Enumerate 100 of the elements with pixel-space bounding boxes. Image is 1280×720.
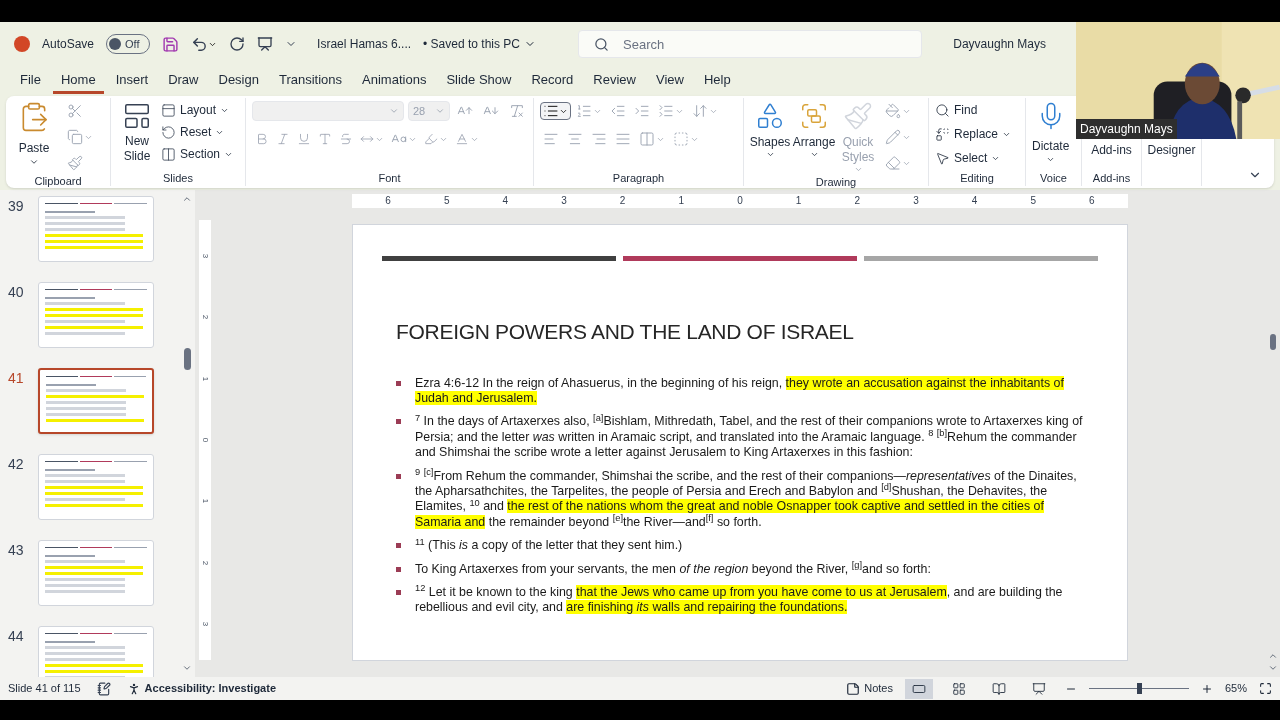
fit-to-window-icon[interactable] [1259, 682, 1272, 695]
ribbon-tab[interactable]: Record [523, 68, 582, 94]
scroll-down-icon[interactable] [182, 663, 192, 673]
slides-menu-button[interactable]: Layout [161, 101, 234, 119]
shapes-icon [755, 101, 785, 131]
ruler-number: 5 [1029, 196, 1037, 206]
section-icon [161, 146, 176, 162]
bullet-icon [396, 543, 401, 549]
ribbon-tab[interactable]: Design [210, 68, 267, 94]
redo-icon[interactable] [229, 36, 246, 52]
ribbon-tab[interactable]: View [648, 68, 692, 94]
bullet-paragraph: $^{11}$ (This is a copy of the letter that they sent him.) [415, 538, 683, 554]
ruler-number: 6 [384, 196, 392, 206]
ruler-number: 1 [677, 196, 686, 206]
editing-button[interactable]: Replace [935, 125, 1012, 143]
ruler-number: 0 [736, 196, 744, 206]
scroll-up-icon[interactable] [1267, 651, 1278, 661]
group-label: Add-ins [1092, 170, 1131, 186]
accessibility-button[interactable]: Accessibility: Investigate [126, 680, 277, 697]
drawing-button[interactable]: Shapes [750, 101, 790, 159]
notes-button[interactable]: Notes [846, 680, 893, 697]
slide-number: 44 [8, 627, 25, 646]
add-ins-button[interactable]: Add-ins [1091, 141, 1132, 159]
spelling-icon[interactable] [96, 681, 111, 696]
slide-counter: Slide 41 of 115 [8, 681, 81, 697]
scroll-thumb[interactable] [1269, 334, 1276, 350]
view-button[interactable] [904, 678, 933, 699]
caret-icon [853, 165, 863, 174]
ruler-number: 2 [618, 196, 627, 206]
slide-number: 42 [8, 455, 25, 474]
group-label: Slides [163, 170, 193, 186]
pointer-icon [935, 150, 950, 166]
zoom-slider[interactable] [1088, 682, 1189, 695]
bullet-icon [396, 419, 401, 425]
bullets-button[interactable] [540, 102, 571, 120]
ruler-number: 5 [442, 196, 451, 206]
new-slide-button[interactable]: New Slide [117, 101, 157, 164]
grid-icon [951, 681, 966, 696]
ruler-number: 4 [970, 196, 979, 206]
bullet-paragraph: $^{7}$ In the days of Artaxerxes also, $^{[a]}$Bishlam, Mithredath, Tabel, and the rest of their companions wrote to Artaxerxes king of Persia; and the letter was written in Aramaic script, and translated into the Aramaic language. $^{8}$ $^{[b]}$Rehum the commander and Shimshai the scribe wrote a letter against Jerusalem to King Artaxerxes in this fashion: [415, 414, 1084, 461]
present-icon[interactable] [257, 36, 274, 52]
file-title: Israel Hamas 6.... [317, 36, 412, 53]
group-label: Paragraph [612, 170, 665, 186]
zoom-in-icon[interactable] [1200, 682, 1213, 695]
slide-number: 41 [8, 369, 25, 388]
caret-icon [809, 150, 819, 159]
slide-thumbnail[interactable] [38, 368, 154, 434]
replace-icon [935, 126, 950, 142]
paintbrush-icon [843, 101, 873, 131]
slide-layout-icon [122, 101, 152, 131]
ruler-number: 2 [853, 196, 862, 206]
slides-menu-button[interactable]: Section [161, 145, 234, 163]
ruler-number: 2 [201, 560, 209, 565]
designer-button[interactable]: Designer [1147, 141, 1196, 159]
slide-number: 39 [8, 197, 25, 216]
ribbon-tab[interactable]: Review [585, 68, 644, 94]
ribbon-tab[interactable]: Help [695, 68, 739, 94]
font-name-field[interactable] [252, 101, 404, 121]
search-field[interactable]: Search [578, 30, 922, 58]
ribbon-tab[interactable]: File [12, 68, 49, 94]
autosave-label: AutoSave [42, 36, 95, 53]
undo-icon[interactable] [191, 35, 209, 53]
scroll-thumb[interactable] [183, 347, 191, 370]
slide-number: 43 [8, 541, 25, 560]
ribbon-tab[interactable]: Slide Show [438, 68, 520, 94]
ribbon-tab[interactable]: Transitions [270, 68, 351, 94]
ruler-number: 1 [794, 196, 803, 206]
caret-icon [1046, 155, 1056, 164]
editing-button[interactable]: Find [935, 101, 1012, 119]
ruler-number: 0 [201, 437, 209, 443]
ruler-number: 3 [201, 253, 209, 259]
projector-icon [1031, 681, 1046, 696]
book-icon [991, 681, 1006, 696]
editing-button[interactable]: Select [935, 149, 1012, 167]
ribbon-tab[interactable]: Animations [354, 68, 435, 94]
scroll-down-icon[interactable] [1267, 663, 1278, 673]
ruler-number: 3 [201, 621, 209, 627]
group-label: Font [378, 170, 401, 186]
ruler-number: 1 [201, 499, 209, 504]
caret-icon [29, 157, 39, 167]
slide-number: 40 [8, 283, 25, 302]
ruler-number: 3 [560, 196, 568, 206]
drawing-button[interactable]: Arrange [794, 101, 834, 159]
ruler-number: 4 [501, 196, 510, 206]
save-status[interactable]: • Saved to this PC [423, 35, 536, 53]
note-icon [846, 681, 861, 696]
bullet-icon [396, 380, 401, 386]
bullet-icon [396, 566, 401, 572]
group-label: Voice [1040, 170, 1067, 186]
arrange-icon [799, 101, 829, 131]
paste-button[interactable]: Paste [12, 101, 56, 167]
bullet-paragraph: $^{12}$ Let it be known to the king that the Jews who came up from you have come to us at Jerusalem, and are building the rebellious and evil city, and are finishing its walls and repairing the foundations. [415, 584, 1064, 616]
ribbon-tab[interactable]: Draw [160, 68, 207, 94]
save-icon[interactable] [162, 35, 180, 53]
ribbon-tab[interactable]: Insert [107, 68, 157, 94]
scroll-up-icon[interactable] [182, 194, 192, 204]
caret-icon [765, 150, 775, 159]
caret-icon [435, 106, 445, 116]
dictate-button[interactable]: Dictate [1032, 101, 1070, 164]
slides-menu-button[interactable]: Reset [161, 123, 234, 141]
